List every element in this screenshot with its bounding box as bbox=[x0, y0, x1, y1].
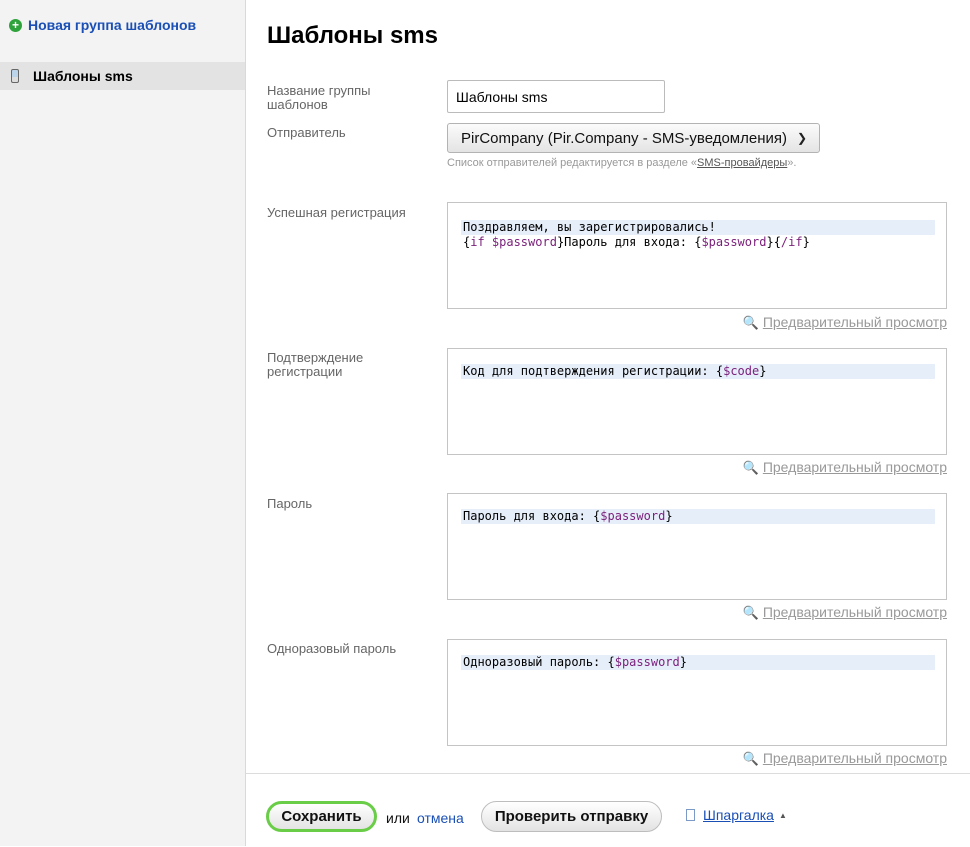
code-text: }{ bbox=[766, 235, 781, 249]
sender-hint: Список отправителей редактируется в разд… bbox=[447, 157, 796, 169]
template-label-one-time-password: Одноразовый пароль bbox=[267, 641, 397, 656]
code-text: Одноразовый пароль: { bbox=[463, 655, 615, 669]
preview-link[interactable]: 🔍 Предварительный просмотр bbox=[717, 750, 947, 767]
code-text: }Пароль для входа: { bbox=[556, 235, 702, 249]
new-template-group-link[interactable]: + Новая группа шаблонов bbox=[9, 17, 196, 33]
code-text: } bbox=[679, 655, 687, 669]
template-label-password: Пароль bbox=[267, 496, 313, 511]
cheatsheet-toggle[interactable]: Шпаргалка ▲ bbox=[686, 807, 787, 823]
preview-label: Предварительный просмотр bbox=[762, 750, 947, 766]
new-template-group-label: Новая группа шаблонов bbox=[28, 17, 197, 33]
save-button[interactable]: Сохранить bbox=[266, 801, 377, 832]
sms-providers-link[interactable]: SMS-провайдеры bbox=[697, 157, 787, 169]
sender-select[interactable]: PirCompany (Pir.Company - SMS-уведомлени… bbox=[447, 123, 820, 153]
preview-label: Предварительный просмотр bbox=[762, 604, 947, 620]
code-variable: $code bbox=[723, 364, 760, 378]
chevron-down-icon: ❯ bbox=[796, 131, 807, 145]
magnifier-icon: 🔍 bbox=[742, 751, 759, 766]
page-title: Шаблоны sms bbox=[267, 22, 438, 49]
plus-circle-icon: + bbox=[9, 18, 22, 32]
code-line: Пароль для входа: {$password} bbox=[461, 509, 935, 524]
preview-link[interactable]: 🔍 Предварительный просмотр bbox=[717, 604, 947, 621]
sender-hint-prefix: Список отправителей редактируется в разд… bbox=[447, 157, 698, 169]
template-label-confirmation: Подтверждение регистрации bbox=[267, 350, 364, 379]
sidebar-item-label: Шаблоны sms bbox=[33, 68, 133, 84]
main-content: Шаблоны sms Название группы шаблонов Отп… bbox=[246, 0, 970, 847]
sidebar: + Новая группа шаблонов Шаблоны sms bbox=[0, 0, 246, 846]
sidebar-item-sms-templates[interactable]: Шаблоны sms bbox=[0, 62, 245, 90]
template-editor-confirmation[interactable]: Код для подтверждения регистрации: {$cod… bbox=[447, 348, 947, 455]
code-text: } bbox=[759, 364, 767, 378]
cancel-link[interactable]: отмена bbox=[417, 810, 464, 826]
cheatsheet-label: Шпаргалка bbox=[703, 807, 774, 823]
code-text: Пароль для входа: { bbox=[463, 509, 601, 523]
code-variable: $password bbox=[614, 655, 680, 669]
code-line: Код для подтверждения регистрации: {$cod… bbox=[461, 364, 935, 379]
template-editor-one-time-password[interactable]: Одноразовый пароль: {$password} bbox=[447, 639, 947, 746]
template-label-registration: Успешная регистрация bbox=[267, 205, 406, 220]
preview-label: Предварительный просмотр bbox=[762, 314, 947, 330]
template-editor-password[interactable]: Пароль для входа: {$password} bbox=[447, 493, 947, 600]
code-text: } bbox=[802, 235, 810, 249]
document-icon bbox=[686, 809, 695, 821]
code-variable: $password bbox=[600, 509, 666, 523]
action-bar: Сохранить или отмена Проверить отправку … bbox=[246, 773, 970, 847]
caret-up-icon: ▲ bbox=[778, 810, 787, 820]
sender-label: Отправитель bbox=[267, 125, 346, 140]
phone-icon bbox=[11, 69, 19, 83]
magnifier-icon: 🔍 bbox=[742, 315, 759, 330]
code-line: Поздравляем, вы зарегистрировались! bbox=[461, 220, 935, 235]
code-line: Одноразовый пароль: {$password} bbox=[461, 655, 935, 670]
group-name-input[interactable] bbox=[447, 80, 665, 113]
magnifier-icon: 🔍 bbox=[742, 605, 759, 620]
template-editor-registration[interactable]: Поздравляем, вы зарегистрировались! {if … bbox=[447, 202, 947, 309]
code-text: } bbox=[665, 509, 673, 523]
magnifier-icon: 🔍 bbox=[742, 460, 759, 475]
code-variable: if $password bbox=[470, 235, 557, 249]
preview-link[interactable]: 🔍 Предварительный просмотр bbox=[717, 459, 947, 476]
test-send-button[interactable]: Проверить отправку bbox=[481, 801, 662, 832]
group-name-label: Название группы шаблонов bbox=[267, 83, 371, 112]
code-variable: /if bbox=[780, 235, 803, 249]
code-text: Код для подтверждения регистрации: { bbox=[463, 364, 724, 378]
or-text: или bbox=[386, 810, 410, 826]
sender-selected-value: PirCompany (Pir.Company - SMS-уведомлени… bbox=[461, 129, 787, 147]
preview-label: Предварительный просмотр bbox=[762, 459, 947, 475]
preview-link[interactable]: 🔍 Предварительный просмотр bbox=[717, 314, 947, 331]
code-variable: $password bbox=[701, 235, 767, 249]
code-line: {if $password}Пароль для входа: {$passwo… bbox=[461, 235, 935, 250]
sender-hint-suffix: ». bbox=[787, 157, 797, 169]
